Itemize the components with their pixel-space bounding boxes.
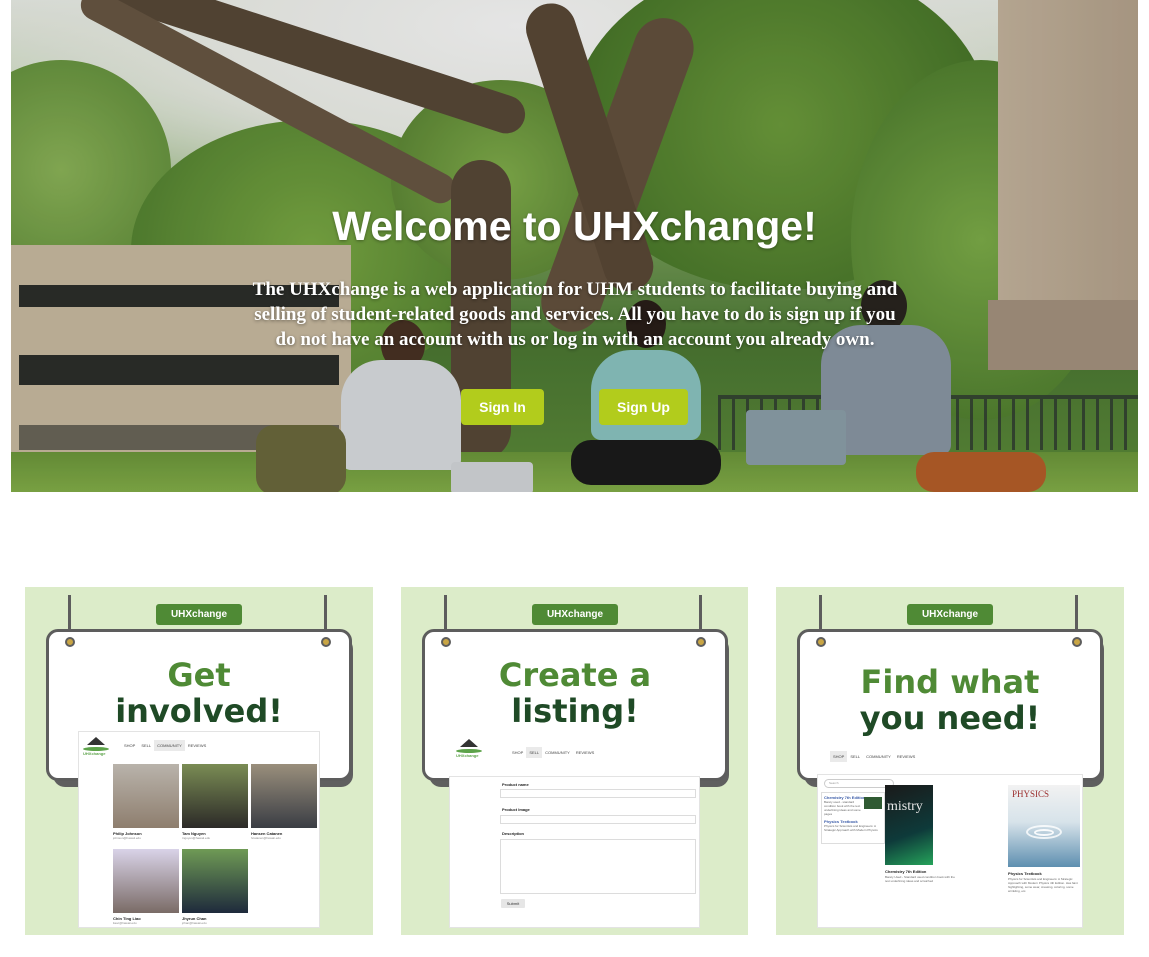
hanging-ring	[1072, 637, 1082, 647]
preview-nav: SHOP SELL COMMUNITY REVIEWS	[830, 751, 918, 762]
community-page-preview: UHXchange SHOP SELL COMMUNITY REVIEWS Phili…	[79, 732, 319, 927]
hanging-ring	[696, 637, 706, 647]
submit-button: Submit	[501, 899, 525, 908]
shop-page-preview: Search Chemistry 7th Edition Barely used…	[818, 775, 1082, 927]
product-name-label: Product name	[502, 782, 529, 787]
profile-card: Hansen Catanen hcatanen@hawaii.edu	[251, 764, 317, 840]
card-heading-line1: Get	[167, 656, 231, 694]
feature-card-find-what-you-need: UHXchange Find what you need! SHOP SELL CO…	[776, 587, 1124, 935]
hanging-ring	[441, 637, 451, 647]
product-name-field	[500, 789, 696, 798]
card-heading-line2: listing!	[511, 692, 639, 730]
brand-tag: UHXchange	[907, 604, 993, 625]
avatar	[182, 849, 248, 913]
chemistry-book-cover: mistry	[885, 785, 933, 865]
description-label: Description	[502, 831, 525, 836]
sign-up-button[interactable]: Sign Up	[599, 389, 688, 425]
sign-in-button[interactable]: Sign In	[461, 389, 544, 425]
preview-nav: SHOP SELL COMMUNITY REVIEWS	[121, 740, 209, 751]
profile-card: Jhyrun Chan jchan@hawaii.edu	[182, 849, 248, 925]
card-heading: Get involved!	[46, 657, 352, 729]
profile-card: Tam Nguyen tnguyen@hawaii.edu	[182, 764, 248, 840]
avatar	[251, 764, 317, 828]
product-image-label: Product Image	[502, 807, 530, 812]
card-heading-line2: involved!	[115, 692, 283, 730]
search-results-list: Chemistry 7th Edition Barely used - stan…	[822, 793, 884, 843]
hanging-ring	[816, 637, 826, 647]
book-title: Physics Textbook	[1008, 871, 1042, 876]
hero-description: The UHXchange is a web application for U…	[252, 279, 898, 350]
physics-book-cover: PHYSICS	[1008, 785, 1080, 867]
card-heading: Create a listing!	[422, 657, 728, 729]
book-thumbnail	[864, 797, 882, 809]
hero-banner: Welcome to UHXchange! The UHXchange is a…	[11, 0, 1138, 492]
card-heading-line1: Create a	[498, 656, 652, 694]
search-input: Search	[824, 779, 894, 788]
brand-tag: UHXchange	[532, 604, 618, 625]
hero-title: Welcome to UHXchange!	[332, 203, 817, 249]
feature-card-create-listing: UHXchange Create a listing! UHXchange SH…	[401, 587, 748, 935]
avatar	[182, 764, 248, 828]
book-description: Physics for Scientists and Engineers: A …	[1008, 877, 1078, 893]
book-title: Chemistry 7th Edition	[885, 869, 927, 874]
avatar	[113, 849, 179, 913]
avatar	[113, 764, 179, 828]
product-image-field	[500, 815, 696, 824]
card-heading-line1: Find what	[860, 663, 1040, 701]
hanging-ring	[321, 637, 331, 647]
profile-card: Philip Johnson johnson@hawaii.edu	[113, 764, 179, 840]
preview-nav: SHOP SELL COMMUNITY REVIEWS	[509, 747, 597, 758]
description-field	[500, 839, 696, 894]
book-description: Barely Used - Standard used condition bo…	[885, 875, 955, 883]
house-logo-icon: UHXchange	[83, 737, 109, 756]
listing-form-preview: Product name Product Image Description S…	[450, 777, 699, 927]
house-logo-icon: UHXchange	[456, 739, 482, 758]
feature-card-get-involved: UHXchange Get involved! UHXchange SHOP SE…	[25, 587, 373, 935]
brand-tag: UHXchange	[156, 604, 242, 625]
hanging-ring	[65, 637, 75, 647]
card-heading: Find what you need!	[797, 664, 1103, 736]
profile-card: Chin Ting Liao liaoc@hawaii.edu	[113, 849, 179, 925]
card-heading-line2: you need!	[859, 699, 1041, 737]
